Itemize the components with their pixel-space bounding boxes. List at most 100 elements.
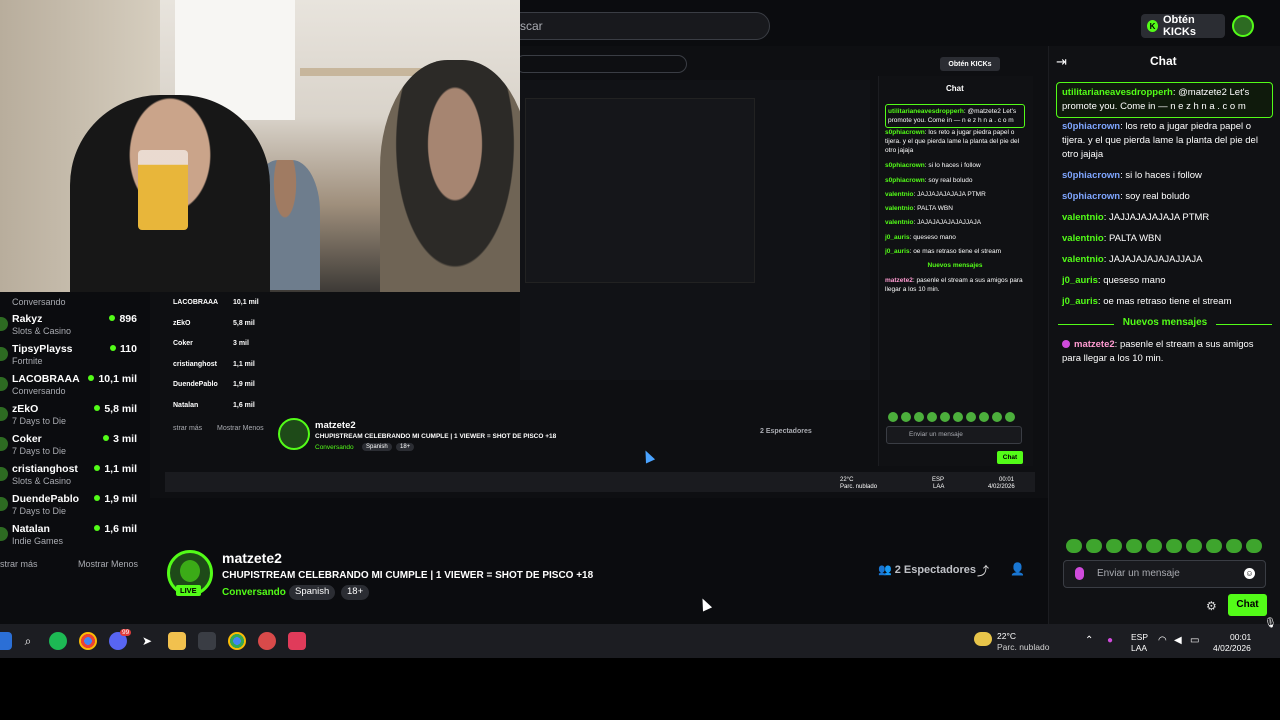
nested-sidebar-name: Natalan	[173, 402, 199, 409]
obs-icon[interactable]	[258, 632, 276, 650]
emote-icon	[992, 412, 1002, 422]
microphone-icon	[1062, 340, 1070, 348]
sidebar-channel[interactable]: Natalan Indie Games 1,6 mil	[0, 523, 150, 553]
nested-kicks-button: Obtén KICKs	[940, 57, 1000, 71]
chrome-active-icon[interactable]	[228, 632, 246, 650]
nested-tag: Spanish	[362, 443, 392, 451]
get-kicks-button[interactable]: K Obtén KICKs	[1141, 14, 1225, 38]
spotify-icon[interactable]	[49, 632, 67, 650]
tray-mic-icon[interactable]: ●	[1107, 635, 1113, 646]
sidebar-viewer-count: 3 mil	[103, 433, 137, 445]
nested-sidebar-count: 3 mil	[233, 340, 249, 347]
sidebar-channel[interactable]: TipsyPlayss Fortnite 110	[0, 343, 150, 373]
sidebar-channel[interactable]: Coker 7 Days to Die 3 mil	[0, 433, 150, 463]
nested-chat-message: s0phiacrown: soy real boludo	[885, 177, 973, 184]
sidebar-channel-category: Conversando	[12, 386, 66, 396]
stream-tag[interactable]: Spanish	[289, 585, 336, 600]
steam-icon[interactable]: ➤	[138, 632, 156, 650]
weather-description: Parc. nublado	[997, 642, 1050, 652]
show-less-link[interactable]: Mostrar Menos	[78, 559, 138, 569]
new-messages-label: Nuevos mensajes	[1122, 317, 1208, 328]
emote-icon[interactable]	[1086, 539, 1102, 553]
emote-icon[interactable]	[1146, 539, 1162, 553]
nested-sidebar-count: 1,6 mil	[233, 402, 255, 409]
sidebar-channel-name: Rakyz	[12, 313, 43, 325]
sidebar-viewer-count: 1,6 mil	[94, 523, 137, 535]
webcam-cup	[138, 150, 188, 230]
nested-inner-panel	[525, 98, 755, 283]
sidebar-channel[interactable]: zEkO 7 Days to Die 5,8 mil	[0, 403, 150, 433]
user-avatar[interactable]	[1232, 15, 1254, 37]
sidebar-channel[interactable]: LACOBRAAA Conversando 10,1 mil	[0, 373, 150, 403]
tray-chevron-icon[interactable]: ⌃	[1085, 635, 1093, 646]
emote-icon[interactable]	[1106, 539, 1122, 553]
webcam-person	[380, 60, 520, 292]
chrome-icon[interactable]	[79, 632, 97, 650]
sidebar-viewer-count: 5,8 mil	[94, 403, 137, 415]
sidebar-channel[interactable]: DuendePablo 7 Days to Die 1,9 mil	[0, 493, 150, 523]
emote-icon	[1005, 412, 1015, 422]
letterbox-bar	[0, 658, 1280, 720]
start-icon[interactable]	[0, 632, 12, 650]
clock-date: 4/02/2026	[1213, 643, 1251, 653]
sidebar-viewer-count: 896	[109, 313, 137, 325]
clock-time[interactable]: 00:01	[1230, 632, 1251, 642]
follow-user-icon[interactable]: 👤	[1010, 562, 1025, 576]
volume-icon[interactable]: ◀	[1174, 635, 1182, 646]
nested-sidebar-name: LACOBRAAA	[173, 299, 219, 306]
sidebar-channel-name: LACOBRAAA	[12, 373, 80, 385]
chat-send-button[interactable]: Chat	[1228, 594, 1267, 616]
chat-message: valentnio: PALTA WBN	[1062, 233, 1162, 244]
chat-input-placeholder: Enviar un mensaje	[1097, 568, 1180, 579]
viewer-count: 👥 2 Espectadores	[878, 563, 976, 576]
sidebar-channel-category: 7 Days to Die	[12, 446, 67, 456]
battery-icon[interactable]: ▭	[1190, 635, 1199, 646]
nested-sidebar-count: 10,1 mil	[233, 299, 259, 306]
chat-message: s0phiacrown: si lo haces i follow	[1062, 170, 1202, 181]
sidebar-viewer-count: 10,1 mil	[88, 373, 137, 385]
emote-bar	[1066, 539, 1262, 553]
sidebar-viewer-count: 110	[110, 343, 137, 355]
chat-message: valentnio: JAJJAJAJAJAJA PTMR	[1062, 212, 1210, 223]
chat-message-pinned: utilitarianeavesdropperh: @matzete2 Let'…	[1056, 82, 1273, 118]
emoji-picker-icon[interactable]: ☺	[1244, 568, 1255, 579]
emote-icon[interactable]	[1226, 539, 1242, 553]
kick-logo-icon: K	[1147, 20, 1158, 32]
notification-badge: 99	[120, 629, 132, 636]
sidebar-channel[interactable]: Rakyz Slots & Casino 896	[0, 313, 150, 343]
store-icon[interactable]	[198, 632, 216, 650]
chat-message: s0phiacrown: soy real boludo	[1062, 191, 1190, 202]
emote-icon[interactable]	[1206, 539, 1222, 553]
app-icon[interactable]	[288, 632, 306, 650]
stream-title: CHUPISTREAM CELEBRANDO MI CUMPLE | 1 VIE…	[222, 570, 594, 581]
search-icon[interactable]: ⌕	[19, 632, 37, 650]
emote-icon[interactable]	[1066, 539, 1082, 553]
chat-settings-icon[interactable]: ⚙	[1206, 599, 1217, 613]
streamer-name[interactable]: matzete2	[222, 550, 282, 566]
nested-chat-message: utilitarianeavesdropperh: @matzete2 Let'…	[885, 104, 1025, 128]
show-more-link[interactable]: strar más	[0, 559, 38, 569]
nested-chat-input: Enviar un mensaje	[886, 426, 1022, 444]
nested-chat-send-button: Chat	[997, 451, 1023, 464]
share-icon[interactable]: ⤴	[977, 562, 989, 579]
emote-icon[interactable]	[1246, 539, 1262, 553]
nested-streamer-avatar	[278, 418, 310, 450]
chat-message: j0_auris: queseso mano	[1062, 275, 1166, 286]
nested-sidebar-name: DuendePablo	[173, 381, 218, 388]
emote-icon[interactable]	[1186, 539, 1202, 553]
stream-tag[interactable]: 18+	[341, 585, 370, 600]
emote-icon[interactable]	[1126, 539, 1142, 553]
nested-date: 4/02/2026	[988, 484, 1015, 490]
input-language[interactable]: ESP	[1131, 632, 1148, 642]
nested-streamer-name: matzete2	[315, 420, 356, 431]
sidebar-channel-category: 7 Days to Die	[12, 416, 67, 426]
users-icon: 👥	[878, 564, 892, 576]
nested-chat-message: j0_auris: oe mas retraso tiene el stream	[885, 248, 1001, 255]
folder-icon[interactable]	[168, 632, 186, 650]
sidebar-channel-category: Fortnite	[12, 356, 43, 366]
collapse-chat-icon[interactable]: ⇥	[1056, 54, 1067, 70]
stream-category-link[interactable]: Conversando	[222, 587, 286, 598]
sidebar-channel[interactable]: cristianghost Slots & Casino 1,1 mil	[0, 463, 150, 493]
emote-icon[interactable]	[1166, 539, 1182, 553]
wifi-icon[interactable]: ◠	[1158, 635, 1167, 646]
